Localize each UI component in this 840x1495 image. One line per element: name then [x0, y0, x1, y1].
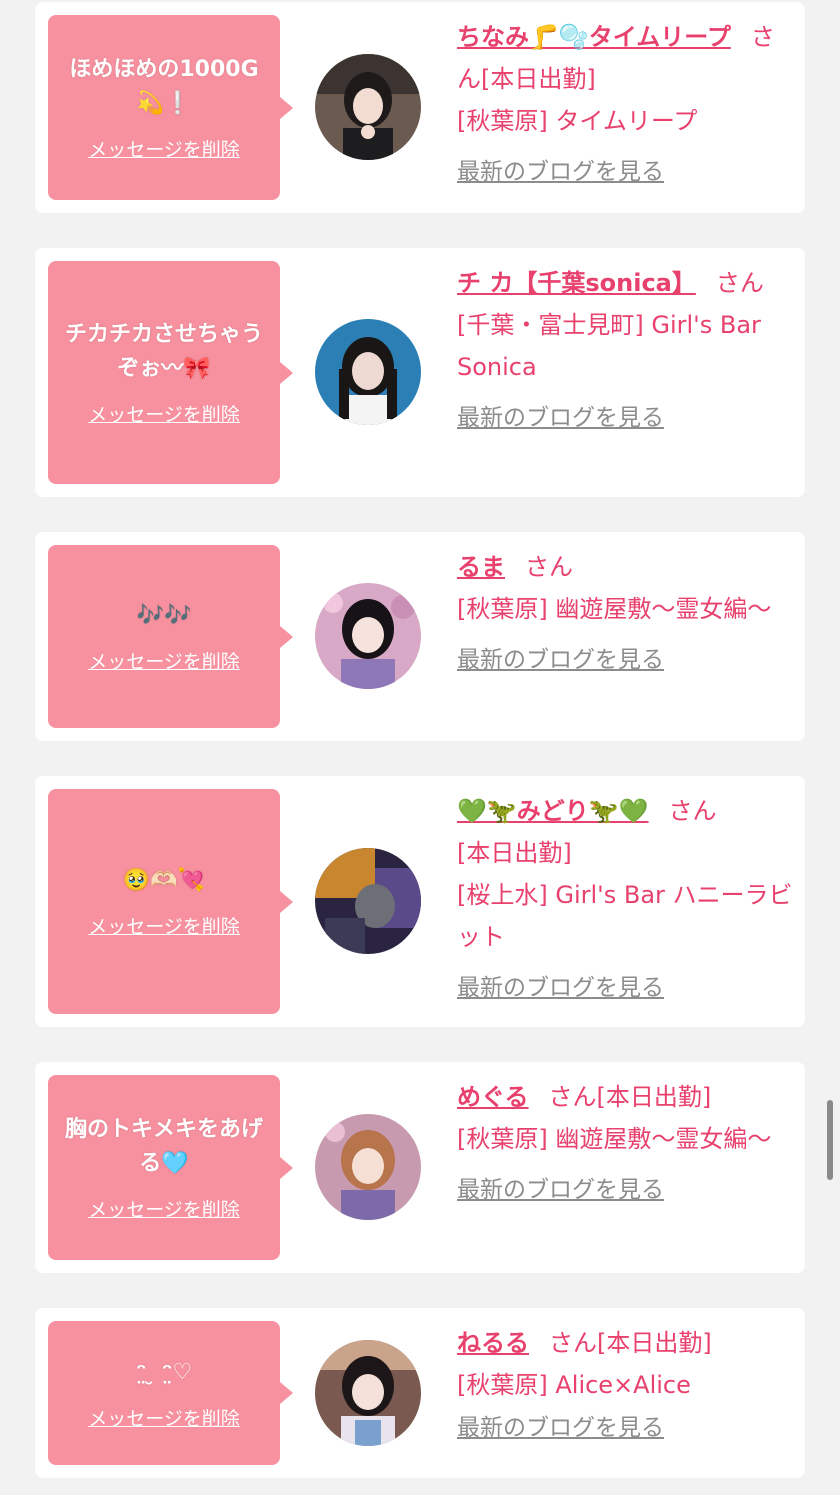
message-bubble: ᵔ̤ ̮ ᵔ̤♡ メッセージを削除	[48, 1321, 293, 1465]
delete-message-link[interactable]: メッセージを削除	[88, 1404, 240, 1431]
message-bubble: ほめほめの1000G💫❕ メッセージを削除	[48, 15, 293, 200]
shop-name: [千葉・富士見町] Girl's Bar Sonica	[457, 311, 761, 381]
cast-info: チ カ【千葉sonica】 さん [千葉・富士見町] Girl's Bar Son…	[457, 262, 797, 436]
latest-blog-link[interactable]: 最新のブログを見る	[457, 400, 797, 436]
cast-info: ねるる さん[本日出勤] [秋葉原] Alice×Alice 最新のブログを見る	[457, 1322, 797, 1446]
message-card: ᵔ̤ ̮ ᵔ̤♡ メッセージを削除 ねるる さん[本日出勤] [秋葉原] Alic…	[35, 1308, 805, 1478]
message-card: 胸のトキメキをあげる🩵 メッセージを削除 めぐる さん[本日出勤] [秋葉原] 幽…	[35, 1062, 805, 1273]
san-label: さん	[548, 1083, 597, 1111]
delete-message-link[interactable]: メッセージを削除	[88, 135, 240, 162]
cast-name-link[interactable]: ちなみ🦵🫧タイムリープ	[457, 23, 731, 51]
message-card: 🎶🎶 メッセージを削除 るま さん [秋葉原] 幽遊屋敷〜霊女編〜 最新のブログを…	[35, 532, 805, 741]
avatar-image	[315, 583, 421, 689]
shop-name: [秋葉原] Alice×Alice	[457, 1371, 691, 1399]
san-label: さん	[549, 1329, 597, 1357]
cast-info: めぐる さん[本日出勤] [秋葉原] 幽遊屋敷〜霊女編〜 最新のブログを見る	[457, 1076, 797, 1208]
message-text: 🥹🫶🏻💘	[122, 868, 206, 893]
attendance-status: [本日出勤]	[457, 839, 572, 867]
avatar-image	[315, 54, 421, 160]
cast-name-link[interactable]: ねるる	[457, 1329, 529, 1357]
message-bubble: 胸のトキメキをあげる🩵 メッセージを削除	[48, 1075, 293, 1260]
shop-name: [秋葉原] 幽遊屋敷〜霊女編〜	[457, 595, 772, 623]
message-bubble: 🎶🎶 メッセージを削除	[48, 545, 293, 728]
latest-blog-link[interactable]: 最新のブログを見る	[457, 642, 797, 678]
message-card: ほめほめの1000G💫❕ メッセージを削除 ちなみ🦵🫧タイムリープ さん[本日出勤…	[35, 2, 805, 213]
message-text: チカチカさせちゃうぞぉ〰🎀	[64, 322, 263, 381]
message-card: チカチカさせちゃうぞぉ〰🎀 メッセージを削除 チ カ【千葉sonica】 さん […	[35, 248, 805, 497]
scrollbar[interactable]	[827, 1100, 833, 1180]
avatar[interactable]	[315, 848, 421, 954]
delete-message-link[interactable]: メッセージを削除	[88, 912, 240, 939]
san-label: さん	[525, 553, 573, 581]
avatar-image	[315, 848, 421, 954]
cast-name-link[interactable]: 💚🦖みどり🦖💚	[457, 797, 649, 825]
avatar-image	[315, 1114, 421, 1220]
delete-message-link[interactable]: メッセージを削除	[88, 647, 240, 674]
message-text: 胸のトキメキをあげる🩵	[64, 1117, 263, 1176]
latest-blog-link[interactable]: 最新のブログを見る	[457, 1410, 797, 1446]
message-list: ほめほめの1000G💫❕ メッセージを削除 ちなみ🦵🫧タイムリープ さん[本日出勤…	[0, 0, 840, 1495]
cast-info: るま さん [秋葉原] 幽遊屋敷〜霊女編〜 最新のブログを見る	[457, 546, 797, 678]
avatar-image	[315, 1340, 421, 1446]
message-card: 🥹🫶🏻💘 メッセージを削除 💚🦖みどり🦖💚 さん [本日出勤] [桜上水] Girl…	[35, 776, 805, 1027]
san-label: さん	[668, 797, 717, 825]
cast-info: ちなみ🦵🫧タイムリープ さん[本日出勤] [秋葉原] タイムリープ 最新のブログを…	[457, 16, 797, 190]
avatar[interactable]	[315, 1340, 421, 1446]
cast-info: 💚🦖みどり🦖💚 さん [本日出勤] [桜上水] Girl's Bar ハニーラビット…	[457, 790, 797, 1006]
delete-message-link[interactable]: メッセージを削除	[88, 1195, 240, 1222]
avatar[interactable]	[315, 319, 421, 425]
delete-message-link[interactable]: メッセージを削除	[88, 400, 240, 427]
avatar-image	[315, 319, 421, 425]
cast-name-link[interactable]: るま	[457, 553, 505, 581]
attendance-status: [本日出勤]	[596, 1083, 712, 1111]
latest-blog-link[interactable]: 最新のブログを見る	[457, 154, 797, 190]
san-label: さん	[715, 269, 764, 297]
attendance-status: [本日出勤]	[481, 65, 596, 93]
attendance-status: [本日出勤]	[597, 1329, 712, 1357]
cast-name-link[interactable]: めぐる	[457, 1083, 529, 1111]
latest-blog-link[interactable]: 最新のブログを見る	[457, 970, 797, 1006]
message-text: 🎶🎶	[136, 603, 192, 628]
latest-blog-link[interactable]: 最新のブログを見る	[457, 1172, 797, 1208]
shop-name: [桜上水] Girl's Bar ハニーラビット	[457, 881, 793, 951]
avatar[interactable]	[315, 1114, 421, 1220]
message-text: ᵔ̤ ̮ ᵔ̤♡	[135, 1359, 193, 1385]
shop-name: [秋葉原] 幽遊屋敷〜霊女編〜	[457, 1125, 772, 1153]
avatar[interactable]	[315, 54, 421, 160]
shop-name: [秋葉原] タイムリープ	[457, 107, 698, 135]
message-text: ほめほめの1000G💫❕	[69, 57, 259, 116]
cast-name-link[interactable]: チ カ【千葉sonica】	[457, 269, 696, 297]
message-bubble: 🥹🫶🏻💘 メッセージを削除	[48, 789, 293, 1014]
avatar[interactable]	[315, 583, 421, 689]
message-bubble: チカチカさせちゃうぞぉ〰🎀 メッセージを削除	[48, 261, 293, 484]
